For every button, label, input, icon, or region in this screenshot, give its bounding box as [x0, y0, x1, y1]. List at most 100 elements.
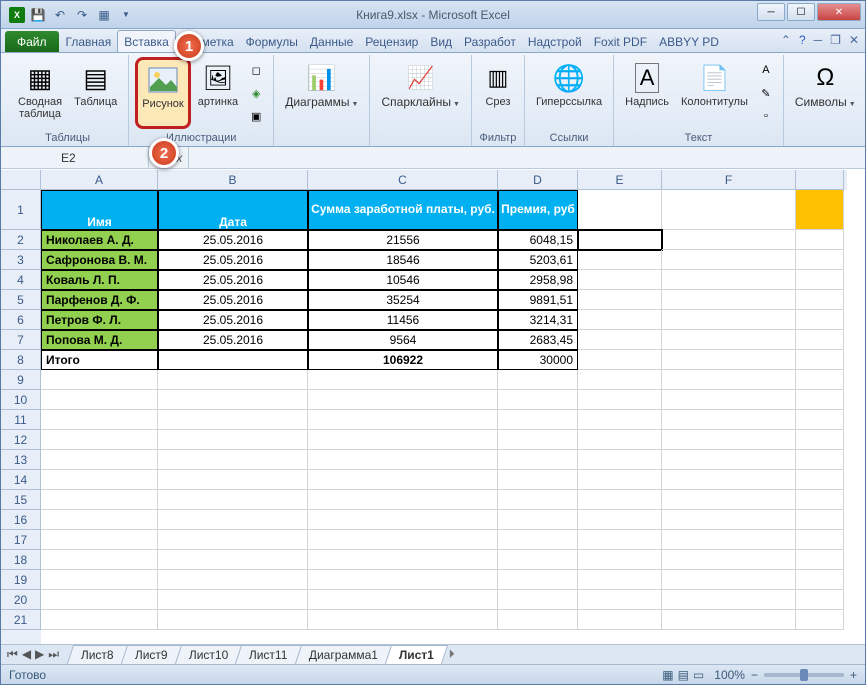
cell[interactable]: Сафронова В. М. [41, 250, 158, 270]
col-header[interactable]: B [158, 170, 308, 190]
picture-button[interactable]: Рисунок [135, 57, 191, 129]
cell[interactable] [662, 290, 796, 310]
row-header[interactable]: 2 [1, 230, 41, 250]
sheet-nav-last[interactable]: ⏭ [48, 647, 59, 662]
wordart-button[interactable]: A [755, 59, 777, 81]
cell[interactable] [41, 550, 158, 570]
cell[interactable] [578, 430, 662, 450]
row-header[interactable]: 8 [1, 350, 41, 370]
inner-close-icon[interactable]: ✕ [849, 33, 859, 47]
row-header[interactable]: 16 [1, 510, 41, 530]
cell[interactable] [662, 510, 796, 530]
cell[interactable]: 25.05.2016 [158, 250, 308, 270]
col-header[interactable]: C [308, 170, 498, 190]
cell[interactable] [662, 390, 796, 410]
cell[interactable] [578, 290, 662, 310]
cell[interactable]: 5203,61 [498, 250, 578, 270]
cell[interactable]: Попова М. Д. [41, 330, 158, 350]
cell[interactable] [578, 510, 662, 530]
row-header[interactable]: 21 [1, 610, 41, 630]
qat-custom[interactable]: ▦ [95, 6, 113, 24]
formula-input[interactable] [189, 147, 865, 168]
col-header[interactable]: A [41, 170, 158, 190]
ribbon-minimize-icon[interactable]: ⌃ [781, 33, 791, 47]
cell[interactable] [662, 230, 796, 250]
cell[interactable] [796, 430, 844, 450]
cell[interactable] [796, 450, 844, 470]
row-header[interactable]: 20 [1, 590, 41, 610]
cell[interactable] [578, 350, 662, 370]
cell[interactable] [498, 570, 578, 590]
cell[interactable] [158, 410, 308, 430]
row-header[interactable]: 3 [1, 250, 41, 270]
cell[interactable] [662, 250, 796, 270]
cell[interactable] [158, 430, 308, 450]
cell[interactable]: 21556 [308, 230, 498, 250]
inner-min-icon[interactable]: ─ [814, 33, 823, 47]
name-box[interactable]: E2 [1, 147, 149, 168]
cell[interactable] [578, 550, 662, 570]
cell[interactable] [41, 410, 158, 430]
row-header[interactable]: 11 [1, 410, 41, 430]
cell[interactable] [41, 390, 158, 410]
cell[interactable]: 25.05.2016 [158, 270, 308, 290]
cell[interactable] [158, 390, 308, 410]
smartart-button[interactable]: ◈ [245, 82, 267, 104]
cell[interactable]: 11456 [308, 310, 498, 330]
cell[interactable] [498, 530, 578, 550]
cell[interactable] [578, 370, 662, 390]
tab-view[interactable]: Вид [424, 31, 458, 52]
cell[interactable] [796, 530, 844, 550]
cell[interactable] [578, 530, 662, 550]
shapes-button[interactable]: ◻ [245, 59, 267, 81]
zoom-out[interactable]: − [751, 668, 758, 682]
cell[interactable] [662, 490, 796, 510]
cell[interactable] [308, 530, 498, 550]
cell[interactable] [41, 590, 158, 610]
help-icon[interactable]: ? [799, 33, 806, 47]
tab-insert[interactable]: Вставка [117, 30, 176, 52]
sheet-tab[interactable]: Лист10 [175, 645, 243, 664]
cell[interactable]: 3214,31 [498, 310, 578, 330]
cell[interactable]: 6048,15 [498, 230, 578, 250]
cell[interactable] [308, 610, 498, 630]
cell[interactable] [158, 370, 308, 390]
cell[interactable] [578, 410, 662, 430]
cell[interactable] [662, 470, 796, 490]
cell[interactable] [498, 410, 578, 430]
col-header[interactable]: E [578, 170, 662, 190]
row-header[interactable]: 13 [1, 450, 41, 470]
cell[interactable] [308, 370, 498, 390]
view-normal-icon[interactable]: ▦ [662, 668, 673, 682]
cell[interactable]: 9564 [308, 330, 498, 350]
cell[interactable] [796, 310, 844, 330]
cell[interactable] [796, 590, 844, 610]
cell[interactable] [662, 430, 796, 450]
maximize-button[interactable]: ☐ [787, 3, 815, 21]
cell[interactable] [158, 570, 308, 590]
row-header[interactable]: 6 [1, 310, 41, 330]
cell[interactable]: Коваль Л. П. [41, 270, 158, 290]
sheet-nav-next[interactable]: ▶ [35, 647, 44, 662]
cell[interactable] [498, 470, 578, 490]
cell[interactable] [41, 570, 158, 590]
inner-restore-icon[interactable]: ❐ [830, 33, 841, 47]
cell[interactable] [41, 470, 158, 490]
cell[interactable] [796, 410, 844, 430]
cell[interactable]: Имя [41, 190, 158, 230]
cell[interactable]: Петров Ф. Л. [41, 310, 158, 330]
headerfooter-button[interactable]: 📄 Колонтитулы [676, 57, 753, 129]
cell[interactable] [796, 570, 844, 590]
cell[interactable] [796, 290, 844, 310]
row-header[interactable]: 9 [1, 370, 41, 390]
row-header[interactable]: 1 [1, 190, 41, 230]
cell[interactable] [158, 550, 308, 570]
view-layout-icon[interactable]: ▤ [678, 668, 689, 682]
cell[interactable] [498, 610, 578, 630]
row-header[interactable]: 15 [1, 490, 41, 510]
cell[interactable] [796, 330, 844, 350]
row-header[interactable]: 17 [1, 530, 41, 550]
cell[interactable] [662, 370, 796, 390]
cell[interactable] [662, 330, 796, 350]
cell[interactable] [662, 410, 796, 430]
